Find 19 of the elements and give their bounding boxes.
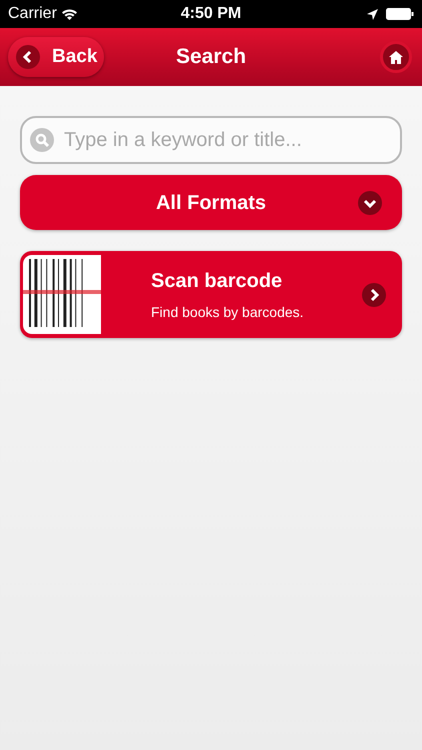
barcode-icon (23, 255, 101, 334)
chevron-down-icon (358, 190, 382, 214)
clock-label: 4:50 PM (180, 4, 242, 24)
search-field[interactable]: Type in a keyword or title... (20, 116, 402, 164)
search-icon (30, 128, 54, 152)
card-title: Scan barcode (151, 269, 284, 294)
battery-icon (386, 8, 414, 20)
carrier-label: Carrier (8, 4, 57, 24)
wifi-icon (60, 8, 78, 20)
home-icon (389, 50, 403, 64)
chevron-right-icon (362, 282, 386, 306)
scan-barcode-card[interactable]: Scan barcode Find books by barcodes. (20, 251, 402, 338)
screen-title: Search (176, 44, 246, 70)
card-subtitle: Find books by barcodes. (151, 303, 305, 322)
format-dropdown[interactable]: All Formats (20, 175, 402, 230)
location-arrow-icon (367, 8, 378, 20)
chevron-left-icon (16, 45, 40, 69)
home-button[interactable] (380, 41, 412, 73)
back-button[interactable]: Back (8, 37, 104, 77)
